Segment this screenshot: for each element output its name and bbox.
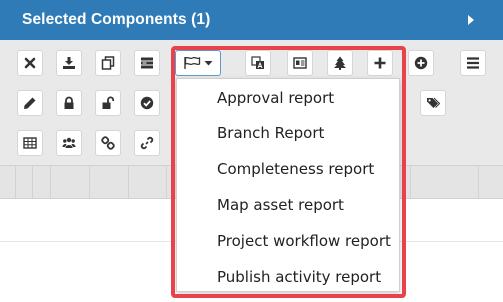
reports-dropdown-menu: Approval report Branch Report Completene… bbox=[176, 78, 400, 292]
menu-item-project-workflow-report[interactable]: Project workflow report bbox=[217, 227, 391, 255]
reports-dropdown-button[interactable] bbox=[175, 50, 221, 76]
tree-icon bbox=[334, 56, 346, 70]
translate-button[interactable] bbox=[245, 50, 271, 76]
panel-header[interactable]: Selected Components (1) bbox=[0, 0, 503, 40]
list-view-button[interactable] bbox=[134, 50, 160, 76]
lock-icon bbox=[64, 96, 74, 109]
download-button[interactable] bbox=[56, 50, 82, 76]
tags-button[interactable] bbox=[420, 90, 446, 116]
tree-button[interactable] bbox=[327, 50, 353, 76]
close-icon bbox=[24, 57, 36, 69]
grid-column-divider bbox=[478, 166, 479, 200]
download-icon bbox=[63, 57, 75, 69]
grid-column-divider bbox=[89, 166, 90, 200]
unlock-button[interactable] bbox=[95, 90, 121, 116]
plus-circle-icon bbox=[414, 56, 428, 70]
table-button[interactable] bbox=[17, 130, 43, 156]
grid-column-divider bbox=[410, 166, 411, 200]
tags-icon bbox=[427, 97, 440, 108]
add-circle-button[interactable] bbox=[408, 50, 434, 76]
translate-icon bbox=[251, 56, 264, 69]
grid-column-divider bbox=[166, 166, 167, 200]
card-icon bbox=[293, 57, 307, 69]
copy-button[interactable] bbox=[95, 50, 121, 76]
link-icon bbox=[101, 136, 115, 150]
users-icon bbox=[62, 137, 76, 148]
check-circle-icon bbox=[140, 96, 154, 110]
unlink-button[interactable] bbox=[134, 130, 160, 156]
grid-column-divider bbox=[50, 166, 51, 200]
approve-button[interactable] bbox=[134, 90, 160, 116]
menu-button[interactable] bbox=[460, 50, 486, 76]
link-alt-icon bbox=[140, 136, 154, 150]
remove-button[interactable] bbox=[17, 50, 43, 76]
menu-item-publish-activity-report[interactable]: Publish activity report bbox=[217, 263, 381, 291]
users-button[interactable] bbox=[56, 130, 82, 156]
table-icon bbox=[23, 137, 37, 149]
flag-icon bbox=[184, 56, 213, 69]
unlock-icon bbox=[102, 96, 115, 109]
menu-item-map-asset-report[interactable]: Map asset report bbox=[217, 191, 344, 219]
hamburger-icon bbox=[467, 57, 479, 69]
copy-icon bbox=[101, 56, 115, 70]
plus-icon bbox=[374, 57, 386, 69]
grid-column-divider bbox=[15, 166, 16, 200]
add-button[interactable] bbox=[367, 50, 393, 76]
menu-item-branch-report[interactable]: Branch Report bbox=[217, 119, 324, 147]
link-button[interactable] bbox=[95, 130, 121, 156]
list-icon bbox=[141, 57, 153, 69]
menu-item-completeness-report[interactable]: Completeness report bbox=[217, 155, 374, 183]
expand-caret-icon[interactable] bbox=[468, 15, 474, 25]
grid-column-divider bbox=[32, 166, 33, 200]
lock-button[interactable] bbox=[56, 90, 82, 116]
pencil-icon bbox=[24, 97, 36, 109]
card-view-button[interactable] bbox=[287, 50, 313, 76]
grid-column-divider bbox=[128, 166, 129, 200]
edit-button[interactable] bbox=[17, 90, 43, 116]
panel-title: Selected Components (1) bbox=[22, 11, 211, 28]
menu-item-approval-report[interactable]: Approval report bbox=[217, 84, 334, 112]
